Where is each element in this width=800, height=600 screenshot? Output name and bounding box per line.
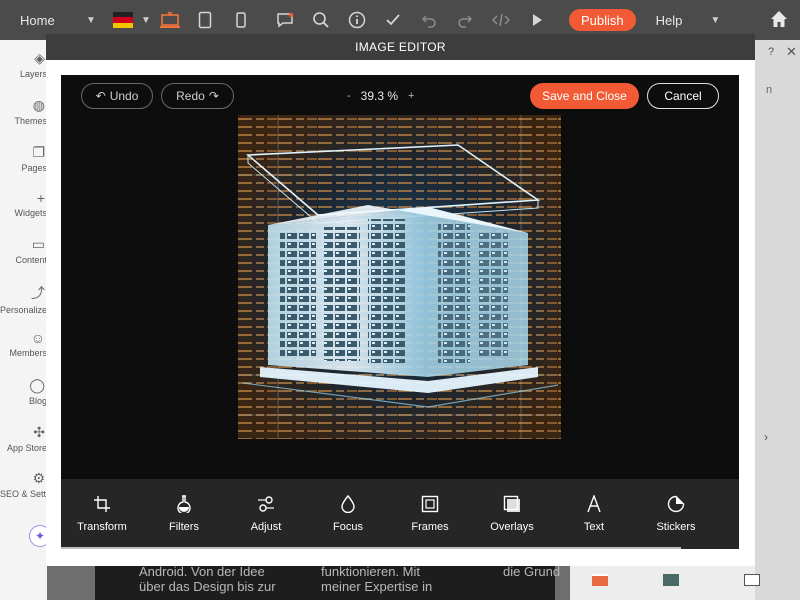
sidebar-item-personalize[interactable]: ⤴ Personalize — [0, 283, 47, 315]
zoom-in-button[interactable]: + — [408, 90, 414, 102]
undo-icon — [421, 15, 436, 28]
page-text-column-1: Android. Von der Idee über das Design bi… — [139, 564, 276, 594]
publish-button[interactable]: Publish — [569, 9, 636, 31]
edited-image[interactable] — [238, 115, 561, 439]
tool-focus[interactable]: Focus — [307, 479, 389, 549]
swatch — [592, 574, 608, 586]
zoom-value: 39.3 % — [360, 89, 399, 103]
swatch — [744, 574, 760, 586]
close-icon[interactable]: ✕ — [786, 44, 797, 60]
redo-icon: ↷ — [208, 89, 219, 103]
sidebar-item-content[interactable]: ▭ Content — [0, 236, 47, 265]
chevron-down-icon: ▼ — [710, 14, 721, 26]
page-select-label: Home — [20, 12, 55, 28]
undo-button[interactable]: ↶ Undo — [81, 83, 153, 109]
home-icon[interactable] — [770, 10, 788, 28]
tool-stickers[interactable]: Stickers — [635, 479, 717, 549]
desktop-icon — [160, 11, 180, 28]
crop-icon — [94, 496, 110, 512]
redo-button[interactable]: Redo ↷ — [161, 83, 234, 109]
redo-icon — [458, 15, 473, 28]
palette-icon: ◍ — [32, 97, 45, 113]
editor-workspace: ↶ Undo Redo ↷ - 39.3 % + Save and Close … — [61, 75, 739, 549]
frame-icon — [421, 495, 439, 513]
modal-title: IMAGE EDITOR — [46, 34, 755, 60]
editor-toolbar: Transform Filters Adjust Focus Frames Ov… — [61, 479, 739, 549]
sidebar-item-layers[interactable]: ◈ Layers — [0, 50, 47, 79]
info-icon — [348, 11, 366, 29]
check-icon — [386, 14, 400, 26]
comment-icon — [277, 12, 294, 28]
toolbar-scrollbar[interactable] — [61, 547, 681, 549]
sticker-icon — [667, 495, 685, 513]
mobile-icon — [236, 12, 246, 28]
tool-label: Filters — [169, 521, 199, 533]
tool-label: Frames — [411, 521, 449, 533]
folder-icon: ▭ — [31, 236, 45, 252]
search-icon — [313, 12, 329, 28]
sidebar-item-seo-settings[interactable]: ⚙SEO & Settings — [0, 470, 47, 499]
personalize-icon: ⤴ — [31, 285, 45, 301]
help-label: Help — [655, 12, 683, 28]
tool-adjust[interactable]: Adjust — [225, 479, 307, 549]
members-icon: ☺ — [30, 330, 45, 346]
chevron-down-icon: ▼ — [86, 14, 96, 26]
puzzle-icon: ✣ — [33, 424, 45, 440]
sidebar-item-themes[interactable]: ◍ Themes — [0, 97, 47, 126]
tool-label: Focus — [333, 521, 363, 533]
tool-filters[interactable]: Filters — [143, 479, 225, 549]
chat-icon: ◯ — [29, 377, 45, 393]
swatch — [663, 574, 679, 586]
tool-label: Stickers — [656, 521, 696, 533]
tool-overlays[interactable]: Overlays — [471, 479, 553, 549]
layers-icon: ◈ — [34, 50, 45, 66]
undo-icon: ↶ — [95, 89, 106, 103]
pages-icon: ❐ — [32, 144, 45, 160]
tool-frames[interactable]: Frames — [389, 479, 471, 549]
chevron-right-icon[interactable]: › — [764, 430, 768, 444]
drop-icon — [341, 495, 355, 513]
undo-label: Undo — [109, 89, 139, 103]
page-text-column-3: die Grund — [503, 564, 561, 579]
redo-label: Redo — [176, 89, 205, 103]
sparkle-icon: ✦ — [34, 529, 46, 543]
play-icon — [533, 14, 542, 26]
tool-label: Transform — [77, 521, 127, 533]
sidebar-item-members[interactable]: ☺ Members — [0, 330, 47, 358]
zoom-out-button[interactable]: - — [347, 90, 351, 102]
page-text-column-2: funktionieren. Mit meiner Expertise in — [321, 564, 433, 594]
tool-text[interactable]: Text — [553, 479, 635, 549]
server-rack-illustration — [238, 115, 561, 439]
tool-transform[interactable]: Transform — [61, 479, 143, 549]
adjust-icon — [258, 496, 274, 512]
plus-icon: + — [36, 190, 45, 206]
help-icon[interactable]: ? — [768, 46, 774, 58]
chevron-down-icon: ▼ — [141, 14, 151, 26]
sidebar-item-app-store[interactable]: ✣ App Store — [0, 424, 47, 453]
tool-label: Text — [583, 521, 605, 533]
help-menu[interactable]: Help ▼ — [656, 13, 726, 28]
image-editor-modal: IMAGE EDITOR ↶ Undo Redo ↷ - 39.3 % + Sa… — [46, 34, 755, 566]
text-icon — [587, 495, 601, 513]
overlay-icon — [503, 495, 520, 512]
right-panel — [755, 40, 800, 600]
zoom-control: - 39.3 % + — [347, 89, 414, 103]
flask-icon — [177, 495, 191, 513]
right-panel-text: n — [766, 84, 773, 96]
cancel-button[interactable]: Cancel — [647, 83, 719, 109]
tablet-icon — [198, 11, 212, 29]
sidebar-item-widgets[interactable]: + Widgets — [0, 190, 47, 218]
code-icon — [492, 13, 510, 27]
flag-de-icon — [113, 12, 133, 28]
sidebar-item-blog[interactable]: ◯ Blog — [0, 377, 47, 406]
left-sidebar: ◈ Layers ◍ Themes ❐ Pages + Widgets ▭ Content… — [0, 40, 47, 600]
sidebar-item-pages[interactable]: ❐ Pages — [0, 144, 47, 173]
tool-label: Adjust — [250, 521, 282, 533]
tool-label: Overlays — [490, 521, 534, 533]
gear-icon: ⚙ — [32, 470, 45, 486]
save-and-close-button[interactable]: Save and Close — [530, 83, 639, 109]
